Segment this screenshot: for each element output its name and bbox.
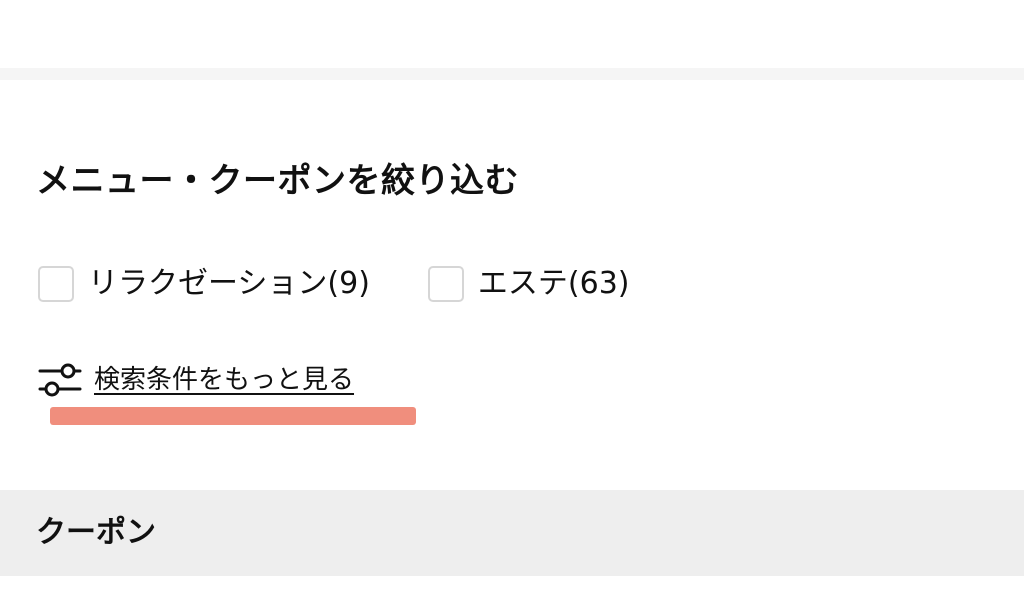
page: メニュー・クーポンを絞り込む リラクゼーション(9) エステ(63) 検索条件を… bbox=[0, 0, 1024, 602]
more-search-conditions-link[interactable]: 検索条件をもっと見る bbox=[38, 360, 354, 400]
highlight-annotation bbox=[50, 407, 416, 425]
filter-option-label: リラクゼーション(9) bbox=[88, 266, 370, 301]
filter-option-label: エステ(63) bbox=[477, 266, 630, 301]
filter-options: リラクゼーション(9) エステ(63) bbox=[38, 262, 630, 306]
filter-option-relaxation[interactable]: リラクゼーション(9) bbox=[38, 262, 370, 306]
checkbox-relaxation[interactable] bbox=[38, 266, 74, 302]
coupon-section-header: クーポン bbox=[0, 490, 1024, 576]
top-blank-area bbox=[0, 0, 1024, 68]
sliders-icon bbox=[38, 363, 82, 397]
more-search-conditions-label: 検索条件をもっと見る bbox=[94, 365, 355, 395]
coupon-section-title: クーポン bbox=[36, 515, 156, 550]
filter-section-title: メニュー・クーポンを絞り込む bbox=[36, 161, 519, 201]
filter-option-esthetic[interactable]: エステ(63) bbox=[427, 262, 630, 306]
section-separator bbox=[0, 68, 1024, 80]
bottom-blank-area bbox=[0, 576, 1024, 602]
checkbox-esthetic[interactable] bbox=[427, 266, 464, 302]
